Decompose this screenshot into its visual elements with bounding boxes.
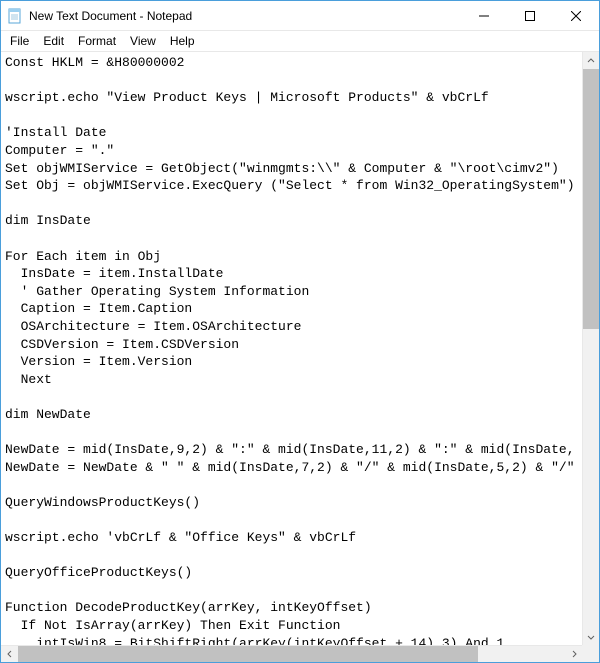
scroll-left-arrow-icon[interactable] <box>1 646 18 662</box>
window-controls <box>461 1 599 30</box>
menu-format[interactable]: Format <box>71 33 123 49</box>
horizontal-scrollbar[interactable] <box>1 645 582 662</box>
menubar: File Edit Format View Help <box>1 31 599 51</box>
text-editor[interactable]: Const HKLM = &H80000002 wscript.echo "Vi… <box>1 52 582 645</box>
content-area: Const HKLM = &H80000002 wscript.echo "Vi… <box>1 51 599 662</box>
scroll-right-arrow-icon[interactable] <box>565 646 582 662</box>
scroll-down-arrow-icon[interactable] <box>583 628 599 645</box>
titlebar-left: New Text Document - Notepad <box>7 8 192 24</box>
menu-view[interactable]: View <box>123 33 163 49</box>
menu-file[interactable]: File <box>3 33 36 49</box>
scroll-up-arrow-icon[interactable] <box>583 52 599 69</box>
menu-edit[interactable]: Edit <box>36 33 71 49</box>
maximize-button[interactable] <box>507 1 553 30</box>
menu-help[interactable]: Help <box>163 33 202 49</box>
notepad-icon <box>7 8 23 24</box>
scroll-thumb-horizontal[interactable] <box>18 646 478 662</box>
window-title: New Text Document - Notepad <box>29 9 192 23</box>
scroll-corner <box>582 645 599 662</box>
scroll-thumb-vertical[interactable] <box>583 69 599 329</box>
minimize-button[interactable] <box>461 1 507 30</box>
close-button[interactable] <box>553 1 599 30</box>
vertical-scrollbar[interactable] <box>582 52 599 645</box>
titlebar: New Text Document - Notepad <box>1 1 599 31</box>
